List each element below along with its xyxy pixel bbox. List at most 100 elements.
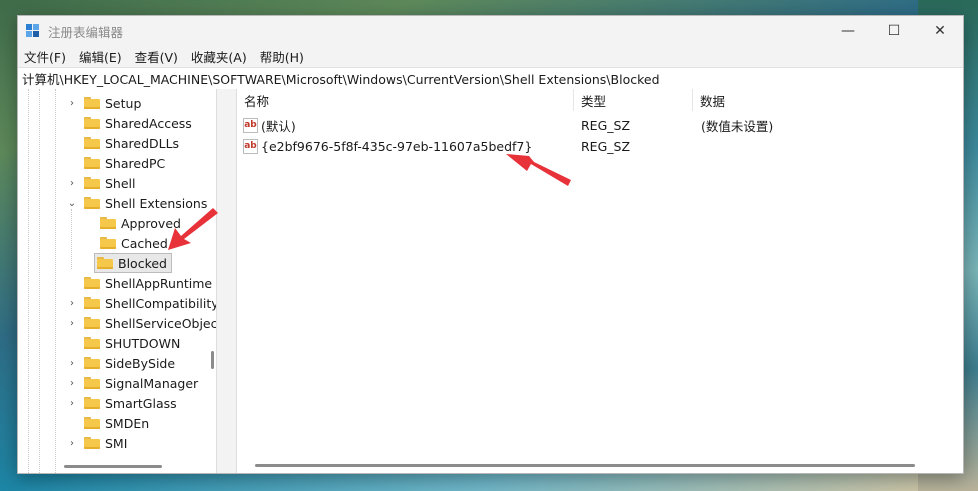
window-title: 注册表编辑器 (48, 24, 124, 40)
menu-favorites[interactable]: 收藏夹(A) (191, 47, 247, 66)
folder-icon (84, 177, 100, 189)
value-row[interactable]: ab (默认) REG_SZ (数值未设置) (237, 115, 963, 136)
folder-icon (84, 377, 100, 389)
folder-icon (84, 397, 100, 409)
tree-item-label: Shell Extensions (105, 195, 208, 211)
folder-icon (100, 237, 116, 249)
tree-vertical-scrollbar[interactable] (211, 351, 214, 369)
tree-item[interactable]: ⌄ Shell Extensions (66, 193, 208, 213)
regedit-app-icon (26, 24, 40, 38)
string-value-icon: ab (243, 139, 258, 154)
tree-item-label: SHUTDOWN (105, 335, 181, 351)
folder-icon (84, 97, 100, 109)
menu-help[interactable]: 帮助(H) (260, 47, 304, 66)
tree-item[interactable]: › Shell (66, 173, 136, 193)
maximize-button[interactable]: ☐ (871, 16, 917, 46)
tree-item[interactable]: ShellAppRuntime (66, 273, 212, 293)
folder-icon (84, 117, 100, 129)
folder-icon (100, 217, 116, 229)
tree-item-label: ShellAppRuntime (105, 275, 213, 291)
column-type-label: 类型 (581, 93, 607, 109)
column-data-label: 数据 (700, 93, 726, 109)
tree-item-label: Shell (105, 175, 136, 191)
minimize-button[interactable]: — (825, 16, 871, 46)
column-type-header[interactable]: 类型 (574, 89, 693, 111)
value-data: (数值未设置) (701, 119, 774, 134)
folder-icon (84, 277, 100, 289)
values-pane[interactable]: 名称 类型 数据 ab (默认) REG_SZ (数值未设置) ab {e2bf… (236, 89, 963, 473)
tree-item[interactable]: › ShellServiceObjectD (66, 313, 217, 333)
chevron-right-icon[interactable]: › (66, 298, 78, 309)
tree-item[interactable]: SHUTDOWN (66, 333, 180, 353)
column-name-header[interactable]: 名称 (237, 89, 574, 111)
folder-icon (84, 137, 100, 149)
value-type: REG_SZ (581, 118, 631, 133)
selected-key-highlight[interactable]: Blocked (94, 253, 172, 273)
folder-icon (84, 357, 100, 369)
tree-item[interactable]: Approved (82, 213, 181, 233)
menu-bar: 文件(F) 编辑(E) 查看(V) 收藏夹(A) 帮助(H) (18, 46, 963, 66)
tree-item-label: SideBySide (105, 355, 176, 371)
tree-item[interactable]: › Setup (66, 93, 141, 113)
tree-item[interactable]: › SideBySide (66, 353, 175, 373)
tree-item-label: SharedDLLs (105, 135, 180, 151)
address-bar[interactable]: 计算机\HKEY_LOCAL_MACHINE\SOFTWARE\Microsof… (18, 67, 963, 90)
tree-item[interactable]: SharedAccess (66, 113, 192, 133)
chevron-right-icon[interactable]: › (66, 438, 78, 449)
tree-item-label: SharedAccess (105, 115, 192, 131)
folder-icon (84, 337, 100, 349)
tree-horizontal-scrollbar[interactable] (64, 465, 162, 468)
folder-icon (84, 417, 100, 429)
tree-item[interactable]: › SMI (66, 433, 127, 453)
column-name-label: 名称 (244, 93, 270, 109)
tree-item-label: Blocked (118, 255, 167, 271)
chevron-right-icon[interactable]: › (66, 98, 78, 109)
tree-item-label: Cached (121, 235, 168, 251)
chevron-right-icon[interactable]: › (66, 398, 78, 409)
close-button[interactable]: ✕ (917, 16, 963, 46)
menu-file[interactable]: 文件(F) (24, 47, 66, 66)
tree-item[interactable]: Blocked (82, 253, 172, 273)
tree-item-label: Approved (121, 215, 181, 231)
folder-icon (84, 157, 100, 169)
title-bar[interactable]: 注册表编辑器 — ☐ ✕ (18, 16, 963, 46)
tree-item[interactable]: › SignalManager (66, 373, 198, 393)
chevron-right-icon[interactable]: › (66, 378, 78, 389)
registry-editor-window: 注册表编辑器 — ☐ ✕ 文件(F) 编辑(E) 查看(V) 收藏夹(A) 帮助… (17, 15, 964, 474)
chevron-right-icon[interactable]: › (66, 358, 78, 369)
address-path: 计算机\HKEY_LOCAL_MACHINE\SOFTWARE\Microsof… (22, 72, 660, 87)
tree-item-label: SMI (105, 435, 128, 451)
values-horizontal-scrollbar[interactable] (255, 464, 915, 467)
folder-icon (84, 317, 100, 329)
column-header: 名称 类型 数据 (237, 89, 963, 111)
tree-item-label: ShellCompatibility (105, 295, 217, 311)
tree-item-label: SharedPC (105, 155, 166, 171)
key-tree-pane[interactable]: › Setup SharedAccess SharedDLLs SharedPC › She… (18, 89, 217, 473)
value-type: REG_SZ (581, 139, 631, 154)
folder-icon (84, 297, 100, 309)
folder-icon (97, 257, 113, 269)
column-data-header[interactable]: 数据 (693, 89, 940, 111)
menu-edit[interactable]: 编辑(E) (79, 47, 122, 66)
tree-item[interactable]: Cached (82, 233, 168, 253)
tree-item-label: SMDEn (105, 415, 150, 431)
tree-item[interactable]: › ShellCompatibility (66, 293, 217, 313)
folder-icon (84, 437, 100, 449)
tree-item[interactable]: › SmartGlass (66, 393, 177, 413)
tree-item[interactable]: SharedDLLs (66, 133, 179, 153)
tree-item[interactable]: SharedPC (66, 153, 165, 173)
value-name: (默认) (261, 119, 296, 134)
value-name: {e2bf9676-5f8f-435c-97eb-11607a5bedf7} (261, 139, 533, 154)
chevron-down-icon[interactable]: ⌄ (66, 198, 78, 209)
value-row[interactable]: ab {e2bf9676-5f8f-435c-97eb-11607a5bedf7… (237, 136, 963, 157)
menu-view[interactable]: 查看(V) (135, 47, 178, 66)
pane-splitter[interactable] (217, 89, 236, 473)
tree-item-label: ShellServiceObjectD (105, 315, 217, 331)
tree-item-label: SmartGlass (105, 395, 177, 411)
tree-item-label: SignalManager (105, 375, 199, 391)
chevron-right-icon[interactable]: › (66, 178, 78, 189)
tree-item-label: Setup (105, 95, 142, 111)
folder-icon (84, 197, 100, 209)
tree-item[interactable]: SMDEn (66, 413, 149, 433)
chevron-right-icon[interactable]: › (66, 318, 78, 329)
